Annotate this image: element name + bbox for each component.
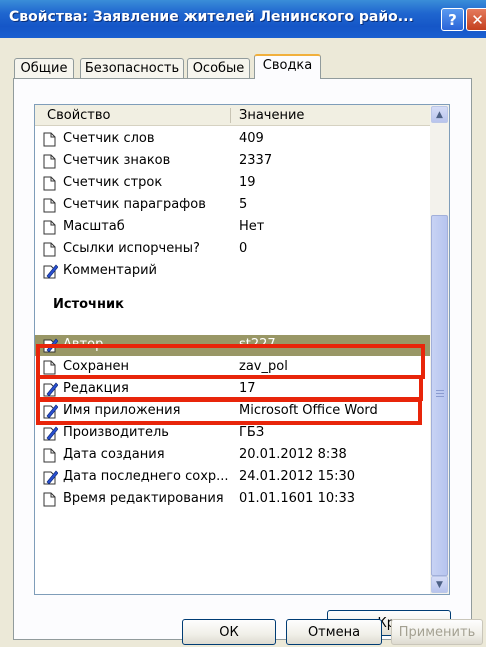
property-value: zav_pol [239, 359, 288, 374]
tab-summary[interactable]: Сводка [254, 54, 321, 79]
property-name: Имя приложения [63, 403, 181, 418]
grip-line [436, 390, 444, 391]
property-value: 5 [239, 197, 248, 212]
grip-line [436, 396, 444, 397]
list-item[interactable]: Время редактирования 01.01.1601 10:33 [35, 489, 430, 510]
property-name: Ссылки испорчены? [63, 241, 200, 256]
section-title-source: Источник [53, 297, 124, 312]
properties-dialog: Общие Безопасность Особые Сводка Страниц… [0, 38, 486, 647]
property-name: Автор [63, 337, 104, 352]
property-value: 01.01.1601 10:33 [239, 491, 356, 506]
editable-document-icon [43, 404, 59, 419]
property-name: Комментарий [63, 263, 157, 278]
document-icon [43, 360, 56, 375]
editable-document-icon [43, 426, 59, 441]
column-divider[interactable] [230, 108, 231, 123]
scroll-thumb[interactable] [431, 215, 448, 576]
property-value: st227 [239, 337, 276, 352]
help-button[interactable]: ? [441, 8, 464, 31]
window-title: Свойства: Заявление жителей Ленинского р… [9, 9, 414, 25]
property-name: Масштаб [63, 219, 125, 234]
list-header: Свойство Значение [35, 105, 430, 126]
property-value: 19 [239, 175, 256, 190]
cancel-button[interactable]: Отмена [286, 619, 382, 645]
property-value: 2337 [239, 153, 273, 168]
document-icon [43, 242, 56, 257]
property-name: Счетчик строк [63, 175, 163, 190]
list-item[interactable]: Счетчик строк 19 [35, 173, 430, 194]
scroll-up-button[interactable]: ▲ [431, 106, 448, 123]
list-item[interactable]: Счетчик знаков 2337 [35, 151, 430, 172]
property-name: Счетчик слов [63, 131, 155, 146]
scroll-down-button[interactable]: ▼ [431, 576, 448, 593]
property-value: ГБЗ [239, 425, 265, 440]
tab-general[interactable]: Общие [14, 58, 74, 78]
property-value: 409 [239, 131, 264, 146]
list-item[interactable]: Счетчик слов 409 [35, 129, 430, 150]
property-name: Счетчик параграфов [63, 197, 206, 212]
document-icon [43, 492, 56, 507]
tab-security[interactable]: Безопасность [80, 58, 184, 78]
column-header-property[interactable]: Свойство [47, 108, 110, 123]
property-name: Дата последнего сохр... [63, 469, 229, 484]
document-icon [43, 198, 56, 213]
property-value: 17 [239, 381, 256, 396]
list-item[interactable]: Автор st227 [35, 335, 430, 356]
close-icon: ✕ [471, 10, 484, 29]
list-item[interactable]: Комментарий [35, 261, 430, 282]
document-icon [43, 132, 56, 147]
editable-document-icon [43, 264, 59, 279]
document-icon [43, 220, 56, 235]
list-item[interactable]: Дата создания 20.01.2012 8:38 [35, 445, 430, 466]
property-value: 20.01.2012 8:38 [239, 447, 347, 462]
properties-list[interactable]: Страницы1Счетчик слов409Счетчик знаков23… [34, 104, 450, 595]
apply-button[interactable]: Применить [391, 619, 483, 645]
ok-button[interactable]: ОК [182, 619, 276, 645]
list-item[interactable]: Ссылки испорчены? 0 [35, 239, 430, 260]
property-name: Производитель [63, 425, 169, 440]
property-name: Время редактирования [63, 491, 224, 506]
property-value: Microsoft Office Word [239, 403, 378, 418]
grip-line [436, 393, 444, 394]
property-value: Нет [239, 219, 265, 234]
list-item[interactable]: Имя приложения Microsoft Office Word [35, 401, 430, 422]
list-item[interactable]: Редакция 17 [35, 379, 430, 400]
document-icon [43, 176, 56, 191]
property-value: 24.01.2012 15:30 [239, 469, 356, 484]
list-item[interactable]: Масштаб Нет [35, 217, 430, 238]
title-bar[interactable]: Свойства: Заявление жителей Ленинского р… [0, 0, 486, 38]
column-header-value[interactable]: Значение [239, 108, 304, 123]
list-item[interactable]: Сохранен zav_pol [35, 357, 430, 378]
list-item[interactable]: Дата последнего сохр... 24.01.2012 15:30 [35, 467, 430, 488]
summary-panel: Страницы1Счетчик слов409Счетчик знаков23… [13, 78, 472, 640]
property-name: Редакция [63, 381, 129, 396]
chevron-down-icon: ▼ [436, 579, 443, 590]
property-value: 0 [239, 241, 248, 256]
property-name: Дата создания [63, 447, 165, 462]
close-button[interactable]: ✕ [466, 8, 486, 31]
chevron-up-icon: ▲ [436, 109, 443, 120]
editable-document-icon [43, 382, 59, 397]
editable-document-icon [43, 470, 59, 485]
property-name: Счетчик знаков [63, 153, 171, 168]
document-icon [43, 154, 56, 169]
property-name: Сохранен [63, 359, 129, 374]
tab-custom[interactable]: Особые [187, 58, 250, 78]
editable-document-icon [43, 338, 59, 353]
vertical-scrollbar[interactable]: ▲ ▼ [430, 105, 449, 594]
document-icon [43, 448, 56, 463]
list-item[interactable]: Счетчик параграфов 5 [35, 195, 430, 216]
list-item[interactable]: Производитель ГБЗ [35, 423, 430, 444]
